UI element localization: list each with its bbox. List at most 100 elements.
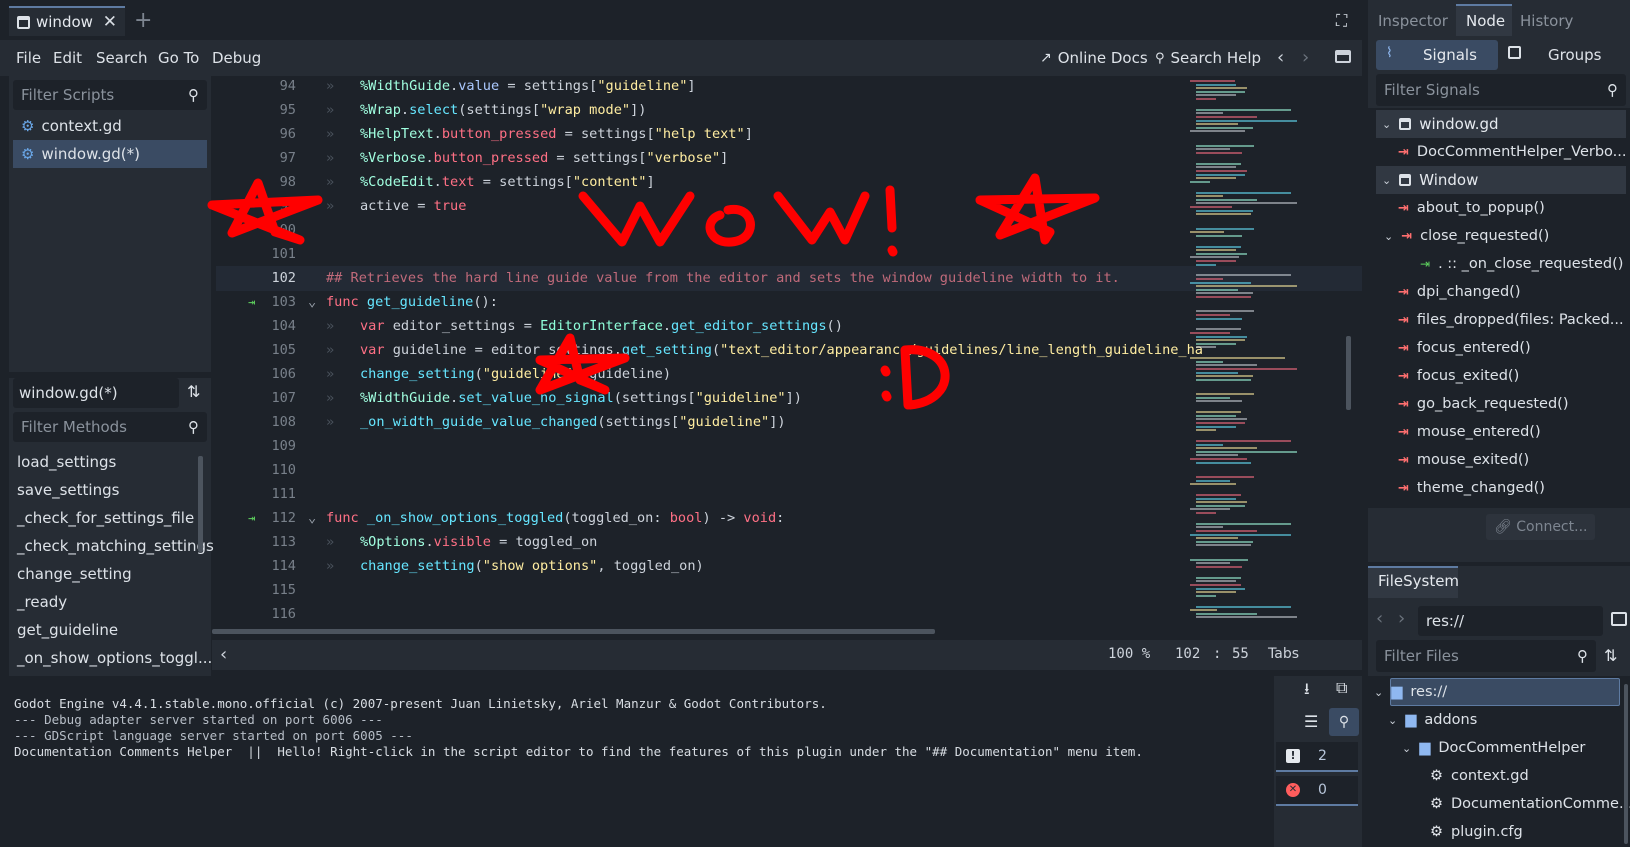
signal-icon: ⇥ bbox=[1398, 424, 1409, 440]
signal-label: about_to_popup() bbox=[1416, 200, 1545, 216]
tab-history[interactable]: History bbox=[1520, 12, 1573, 30]
cursor-column: 55 bbox=[1232, 646, 1249, 662]
section-window-gd[interactable]: ⌄ window.gd bbox=[1376, 110, 1626, 138]
signal-icon: ⇥ bbox=[1398, 368, 1409, 384]
fs-label: DocumentationComme... bbox=[1451, 796, 1630, 812]
fs-item-res[interactable]: ⌄ ▆ res:// bbox=[1374, 678, 1447, 706]
signal-item[interactable]: ⌄ ⇥ close_requested() bbox=[1384, 222, 1549, 250]
path-input[interactable]: res:// bbox=[1418, 606, 1603, 636]
groups-tab-label[interactable]: Groups bbox=[1548, 46, 1601, 64]
connect-button[interactable]: 🔗︎ Connect... bbox=[1486, 514, 1596, 540]
signal-label: focus_entered() bbox=[1416, 340, 1531, 356]
signals-tree: ⌄ window.gd ⇥ DocCommentHelper_Verbo... … bbox=[1368, 108, 1630, 508]
editor-status-bar: ‹ 100 % 102 : 55 Tabs bbox=[212, 640, 1362, 670]
signal-item[interactable]: ⇥ about_to_popup() bbox=[1398, 194, 1545, 222]
fs-item-addons[interactable]: ⌄ ▆ addons bbox=[1388, 706, 1477, 734]
output-line: Godot Engine v4.4.1.stable.mono.official… bbox=[14, 696, 827, 711]
signal-icon: ⇥ bbox=[1398, 452, 1409, 468]
method-item[interactable]: _on_show_options_toggl... bbox=[9, 644, 212, 672]
search-icon: ⚲ bbox=[1607, 81, 1618, 99]
filter-files-input[interactable]: Filter Files ⚲ bbox=[1376, 640, 1596, 672]
signal-item[interactable]: ⇥ focus_exited() bbox=[1398, 362, 1519, 390]
fs-item-documentation[interactable]: ⚙ DocumentationComme... bbox=[1430, 790, 1630, 818]
config-file-icon: ⚙ bbox=[1430, 824, 1443, 840]
sort-icon[interactable]: ⇅ bbox=[1604, 646, 1617, 665]
toggle-split-icon[interactable] bbox=[1611, 612, 1627, 626]
file-tree: ⌄ ▆ res:// ⌄ ▆ addons ⌄ ▆ DocCommentHelper ⚙ co… bbox=[1368, 676, 1630, 847]
warnings-filter-button[interactable]: ! 2 bbox=[1276, 742, 1358, 772]
output-line: --- Debug adapter server started on port… bbox=[14, 712, 383, 727]
zoom-level[interactable]: 100 % bbox=[1108, 646, 1150, 662]
annotation-overlay bbox=[207, 173, 1100, 410]
fs-label: addons bbox=[1424, 712, 1478, 728]
wow-drawing bbox=[578, 185, 898, 257]
node-dock: Inspector Node History ⌇ Signals Groups … bbox=[1368, 0, 1630, 562]
output-tools: ⭳ ⧉ ☰ ⚲ ! 2 ✕ 0 bbox=[1274, 676, 1362, 847]
signal-icon: ⇥ bbox=[1398, 396, 1409, 412]
error-icon: ✕ bbox=[1286, 783, 1300, 797]
signal-label: files_dropped(files: Packed... bbox=[1416, 312, 1624, 328]
tab-node[interactable]: Node bbox=[1466, 12, 1505, 30]
copy-icon[interactable]: ⧉ bbox=[1336, 678, 1347, 698]
output-line: Documentation Comments Helper || Hello! … bbox=[14, 744, 1143, 759]
signal-label: focus_exited() bbox=[1416, 368, 1520, 384]
signal-label: mouse_exited() bbox=[1416, 452, 1530, 468]
fs-item-plugin-cfg[interactable]: ⚙ plugin.cfg bbox=[1430, 818, 1523, 846]
connection-label: . :: _on_close_requested() bbox=[1438, 256, 1624, 272]
fs-back-icon[interactable]: ‹ bbox=[1376, 608, 1383, 629]
indent-mode[interactable]: Tabs bbox=[1268, 646, 1299, 662]
cursor-separator: : bbox=[1213, 646, 1222, 662]
output-panel: Godot Engine v4.4.1.stable.mono.official… bbox=[0, 676, 1362, 847]
signal-item[interactable]: ⇥ DocCommentHelper_Verbo... bbox=[1398, 138, 1626, 166]
signal-label: theme_changed() bbox=[1416, 480, 1545, 496]
signal-icon: ⇥ bbox=[1398, 312, 1409, 328]
errors-filter-button[interactable]: ✕ 0 bbox=[1276, 776, 1358, 806]
chevron-down-icon: ⌄ bbox=[1402, 741, 1412, 755]
signal-item[interactable]: ⇥ theme_changed() bbox=[1398, 474, 1545, 502]
signal-label: close_requested() bbox=[1420, 228, 1550, 244]
signal-icon: ⇥ bbox=[1398, 480, 1409, 496]
signal-item[interactable]: ⇥ go_back_requested() bbox=[1398, 390, 1569, 418]
search-icon: ⚲ bbox=[1577, 647, 1588, 665]
gear-icon: ⚙ bbox=[1430, 768, 1443, 784]
chevron-down-icon: ⌄ bbox=[1388, 713, 1398, 727]
signal-label: mouse_entered() bbox=[1416, 424, 1541, 440]
filesystem-dock: FileSystem ‹ › res:// Filter Files ⚲ ⇅ ⌄… bbox=[1368, 566, 1630, 847]
warning-icon: ! bbox=[1286, 749, 1300, 763]
window-node-icon bbox=[1399, 174, 1412, 186]
chevron-down-icon: ⌄ bbox=[1374, 685, 1384, 699]
signal-icon: ⇥ bbox=[1398, 284, 1409, 300]
fs-item-context[interactable]: ⚙ context.gd bbox=[1430, 762, 1529, 790]
smile-drawing bbox=[880, 345, 950, 410]
path-value: res:// bbox=[1426, 612, 1465, 630]
filter-signals-input[interactable]: Filter Signals ⚲ bbox=[1376, 74, 1626, 106]
filter-signals-placeholder: Filter Signals bbox=[1384, 81, 1480, 99]
link-icon: 🔗︎ bbox=[1494, 519, 1512, 535]
signal-label: go_back_requested() bbox=[1416, 396, 1569, 412]
signal-item[interactable]: ⇥ mouse_entered() bbox=[1398, 418, 1541, 446]
connection-icon: ⇥ bbox=[1420, 257, 1431, 271]
signal-item[interactable]: ⇥ files_dropped(files: Packed... bbox=[1398, 306, 1624, 334]
fs-item-doccommenthelper[interactable]: ⌄ ▆ DocCommentHelper bbox=[1402, 734, 1585, 762]
tab-filesystem[interactable]: FileSystem bbox=[1378, 572, 1459, 590]
star-left-drawing bbox=[207, 178, 323, 245]
warnings-count: 2 bbox=[1318, 748, 1327, 764]
clear-output-icon[interactable]: ⭳ bbox=[1304, 678, 1310, 705]
tab-inspector[interactable]: Inspector bbox=[1378, 12, 1448, 30]
signal-item[interactable]: ⇥ mouse_exited() bbox=[1398, 446, 1529, 474]
section-window[interactable]: ⌄ Window bbox=[1376, 166, 1626, 194]
file-tree-scrollbar[interactable] bbox=[1624, 684, 1628, 844]
output-line: --- GDScript language server started on … bbox=[14, 728, 413, 743]
chevron-down-icon: ⌄ bbox=[1384, 229, 1394, 243]
chevron-down-icon: ⌄ bbox=[1382, 117, 1392, 131]
star-middle-drawing bbox=[535, 333, 630, 395]
filter-search-icon[interactable]: ⚲ bbox=[1329, 708, 1359, 736]
folder-icon: ▆ bbox=[1419, 740, 1431, 756]
fs-forward-icon[interactable]: › bbox=[1398, 608, 1405, 629]
signal-item[interactable]: ⇥ focus_entered() bbox=[1398, 334, 1531, 362]
collapse-left-icon[interactable]: ‹ bbox=[220, 644, 227, 665]
signal-item[interactable]: ⇥ dpi_changed() bbox=[1398, 278, 1520, 306]
connection-item[interactable]: ⇥ . :: _on_close_requested() bbox=[1420, 250, 1623, 278]
fs-label: res:// bbox=[1410, 684, 1448, 700]
collapse-messages-icon[interactable]: ☰ bbox=[1304, 712, 1318, 731]
